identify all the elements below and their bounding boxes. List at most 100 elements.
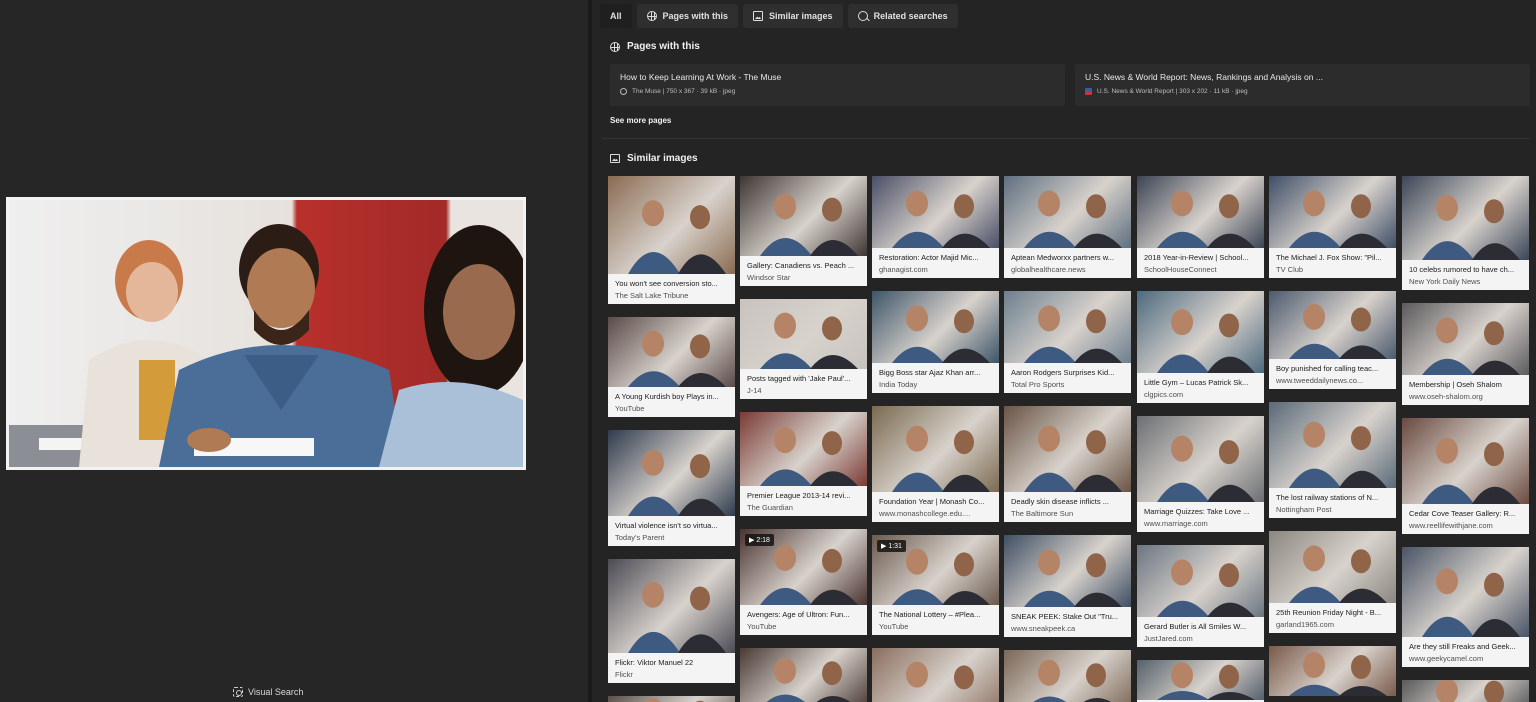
similar-image-source: YouTube — [879, 622, 909, 631]
tab-related-searches[interactable]: Related searches — [847, 4, 958, 28]
similar-image-title: Are they still Freaks and Geek... — [1409, 642, 1516, 651]
similar-image-title: Marriage Quizzes: Take Love ... — [1144, 507, 1250, 516]
page-result-card[interactable]: How to Keep Learning At Work - The Muse … — [610, 64, 1065, 106]
tab-label: Related searches — [873, 11, 948, 21]
similar-image-thumbnail — [872, 648, 999, 702]
similar-image-caption: Little Gym – Lucas Patrick Sk... clgpics.… — [1137, 373, 1264, 403]
similar-image-caption: Cedar Cove Teaser Gallery: R... www.reell… — [1402, 504, 1529, 534]
similar-image-title: 10 celebs rumored to have ch... — [1409, 265, 1515, 274]
similar-image-thumbnail — [1269, 646, 1396, 696]
similar-image-title: SNEAK PEEK: Stake Out "Tru... — [1011, 612, 1119, 621]
search-icon — [857, 11, 868, 21]
similar-image-source: garland1965.com — [1276, 620, 1334, 629]
similar-image-tile[interactable]: Basic Estate Planning Tips fo... — [1137, 660, 1264, 702]
see-more-pages-link[interactable]: See more pages — [610, 116, 671, 125]
similar-image-tile[interactable]: Little Gym – Lucas Patrick Sk... clgpics.… — [1137, 291, 1264, 403]
similar-image-source: Windsor Star — [747, 273, 791, 282]
similar-image-title: Avengers: Age of Ultron: Fun... — [747, 610, 850, 619]
similar-image-tile[interactable] — [1402, 680, 1529, 702]
similar-image-tile[interactable]: Aaron Rodgers Surprises Kid... Total Pro … — [1004, 291, 1131, 393]
similar-image-tile[interactable]: Posts tagged with 'Jake Paul'... J-14 — [740, 299, 867, 399]
similar-image-title: A Young Kurdish boy Plays in... — [615, 392, 719, 401]
query-image[interactable] — [6, 197, 526, 470]
similar-image-tile[interactable]: Gallery: Canadiens vs. Peach ... Windsor … — [740, 176, 867, 286]
similar-image-thumbnail — [740, 412, 867, 486]
similar-image-thumbnail — [1402, 303, 1529, 375]
similar-image-tile[interactable]: Deadly skin disease inflicts ... The Balt… — [1004, 406, 1131, 522]
tab-label: Pages with this — [662, 11, 729, 21]
similar-image-title: The lost railway stations of N... — [1276, 493, 1379, 502]
similar-image-title: Gallery: Canadiens vs. Peach ... — [747, 261, 855, 270]
similar-image-tile[interactable]: Cedar Cove Teaser Gallery: R... www.reell… — [1402, 418, 1529, 534]
similar-image-tile[interactable]: Aptean Medworxx partners w... globalhealt… — [1004, 176, 1131, 278]
globe-icon — [610, 41, 620, 52]
similar-image-source: TV Club — [1276, 265, 1304, 274]
similar-image-tile[interactable]: Bigg Boss star Ajaz Khan arr... India Tod… — [872, 291, 999, 393]
similar-image-tile[interactable]: 10 celebs rumored to have ch... New York … — [1402, 176, 1529, 290]
similar-image-tile[interactable] — [1269, 646, 1396, 696]
similar-image-tile[interactable]: Premier League 2013-14 revi... The Guardi… — [740, 412, 867, 516]
similar-image-caption: Gallery: Canadiens vs. Peach ... Windsor … — [740, 256, 867, 286]
tab-all[interactable]: All — [600, 4, 632, 28]
similar-image-tile[interactable] — [1004, 650, 1131, 702]
similar-image-caption: 10 celebs rumored to have ch... New York … — [1402, 260, 1529, 290]
similar-image-source: Today's Parent — [615, 533, 665, 542]
similar-image-thumbnail — [1269, 402, 1396, 488]
similar-image-caption: 25th Reunion Friday Night - B... garland1… — [1269, 603, 1396, 633]
similar-image-tile[interactable]: You won't see conversion sto... The Salt … — [608, 176, 735, 304]
similar-image-thumbnail — [1402, 547, 1529, 637]
similar-image-caption: Premier League 2013-14 revi... The Guardi… — [740, 486, 867, 516]
similar-image-tile[interactable]: 25th Reunion Friday Night - B... garland1… — [1269, 531, 1396, 633]
similar-image-thumbnail — [872, 291, 999, 363]
similar-image-caption: Avengers: Age of Ultron: Fun... YouTube — [740, 605, 867, 635]
similar-image-source: ghanagist.com — [879, 265, 928, 274]
similar-image-thumbnail: ▶ 2:18 — [740, 529, 867, 605]
similar-image-thumbnail — [608, 559, 735, 653]
similar-image-source: www.tweeddailynews.co... — [1276, 376, 1364, 385]
similar-image-tile[interactable]: A Young Kurdish boy Plays in... YouTube — [608, 317, 735, 417]
tab-pages-with-this[interactable]: Pages with this — [636, 4, 739, 28]
similar-image-tile[interactable]: Virtual violence isn't so virtua... Today… — [608, 430, 735, 546]
page-result-meta-text: U.S. News & World Report | 303 x 202 · 1… — [1097, 88, 1248, 95]
image-icon — [753, 11, 764, 21]
similar-image-tile[interactable]: SNEAK PEEK: Stake Out "Tru... www.sneakpe… — [1004, 535, 1131, 637]
similar-image-source: New York Daily News — [1409, 277, 1481, 286]
similar-image-tile[interactable]: Gerard Butler is All Smiles W... JustJare… — [1137, 545, 1264, 647]
similar-image-source: India Today — [879, 380, 918, 389]
image-icon — [610, 154, 620, 163]
similar-image-tile[interactable]: Are they still Freaks and Geek... www.gee… — [1402, 547, 1529, 667]
similar-image-tile[interactable]: Marriage Quizzes: Take Love ... www.marri… — [1137, 416, 1264, 532]
similar-image-caption: Gerard Butler is All Smiles W... JustJare… — [1137, 617, 1264, 647]
similar-image-tile[interactable] — [740, 648, 867, 702]
similar-image-thumbnail: ▶ 1:31 — [872, 535, 999, 605]
results-tabs: All Pages with this Similar images Relat… — [600, 4, 958, 28]
similar-image-source: YouTube — [615, 404, 645, 413]
page-result-card[interactable]: U.S. News & World Report: News, Rankings… — [1075, 64, 1530, 106]
similar-image-caption: Bigg Boss star Ajaz Khan arr... India Tod… — [872, 363, 999, 393]
similar-image-thumbnail — [1269, 291, 1396, 359]
similar-image-tile[interactable]: 2018 Year-in-Review | School... SchoolHou… — [1137, 176, 1264, 278]
similar-image-tile[interactable] — [872, 648, 999, 702]
similar-image-thumbnail — [1004, 650, 1131, 702]
similar-image-tile[interactable]: The Michael J. Fox Show: "Pil... TV Club — [1269, 176, 1396, 278]
similar-image-source: JustJared.com — [1144, 634, 1193, 643]
similar-image-thumbnail — [1402, 680, 1529, 702]
similar-image-title: You won't see conversion sto... — [615, 279, 718, 288]
similar-image-tile[interactable]: ▶ 1:31 The National Lottery – #Plea... You… — [872, 535, 999, 635]
similar-image-caption: Virtual violence isn't so virtua... Today… — [608, 516, 735, 546]
similar-image-tile[interactable]: The lost railway stations of N... Notting… — [1269, 402, 1396, 518]
visual-search-button[interactable]: Visual Search — [233, 687, 303, 697]
similar-image-tile[interactable] — [608, 696, 735, 702]
similar-image-source: clgpics.com — [1144, 390, 1184, 399]
similar-image-tile[interactable]: Restoration: Actor Majid Mic... ghanagist… — [872, 176, 999, 278]
tab-similar-images[interactable]: Similar images — [743, 4, 843, 28]
similar-image-thumbnail — [1269, 176, 1396, 248]
similar-image-tile[interactable]: Foundation Year | Monash Co... www.monash… — [872, 406, 999, 522]
section-divider — [602, 138, 1530, 139]
similar-image-title: Virtual violence isn't so virtua... — [615, 521, 718, 530]
similar-image-tile[interactable]: ▶ 2:18 Avengers: Age of Ultron: Fun... You… — [740, 529, 867, 635]
similar-image-tile[interactable]: Boy punished for calling teac... www.twee… — [1269, 291, 1396, 389]
similar-image-tile[interactable]: Flickr: Viktor Manuel 22 Flickr — [608, 559, 735, 683]
similar-image-thumbnail — [1004, 406, 1131, 492]
similar-image-tile[interactable]: Membership | Oseh Shalom www.oseh-shalom.… — [1402, 303, 1529, 405]
